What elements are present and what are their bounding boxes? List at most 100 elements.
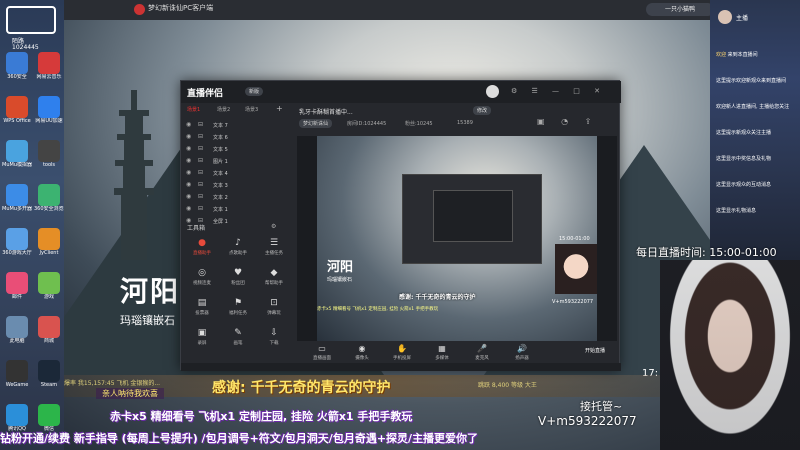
eye-icon[interactable]: ◉ bbox=[186, 181, 191, 188]
source-item[interactable]: ◉ ⊟ 文本 3 bbox=[181, 179, 291, 191]
pc-client-titlebar: 梦幻新诛仙PC客户端 一只小猫鸭 — □ ✕ bbox=[64, 0, 800, 20]
tool-item[interactable]: ◆ 帮帮助手 bbox=[257, 267, 291, 291]
eye-icon[interactable]: ◉ bbox=[186, 193, 191, 200]
source-item[interactable]: ◉ ⊟ 图片 1 bbox=[181, 155, 291, 167]
tab-scene-3[interactable]: 场景3 bbox=[245, 106, 258, 113]
pc-icon[interactable]: 此电脑 bbox=[2, 316, 32, 344]
source-item[interactable]: ◉ ⊟ 文本 4 bbox=[181, 167, 291, 179]
source-label: 全屏 1 bbox=[213, 219, 228, 225]
room-fans: 粉丝:10245 bbox=[405, 121, 433, 127]
360-game-icon[interactable]: 360游戏大厅 bbox=[2, 228, 32, 256]
thanks-text: 感谢: 千千无奇的青云的守护 bbox=[212, 380, 391, 396]
source-tool-button[interactable]: ◉ 摄像头 bbox=[347, 343, 377, 361]
titlebar-controls[interactable]: ⚙ ☰ — □ ✕ bbox=[511, 87, 606, 95]
source-item[interactable]: ◉ ⊟ 文本 2 bbox=[181, 191, 291, 203]
mail-icon[interactable]: 邮件 bbox=[2, 272, 32, 300]
wechat-icon[interactable]: 微信 bbox=[34, 404, 64, 432]
source-tool-button[interactable]: 🎤 麦克风 bbox=[467, 343, 497, 361]
pagoda-shape bbox=[114, 90, 154, 260]
preview-contact: V+m593222077 bbox=[552, 299, 594, 305]
source-item[interactable]: ◉ ⊟ 文本 7 bbox=[181, 119, 291, 131]
wps-icon[interactable]: WPS Office bbox=[2, 96, 32, 124]
add-scene-icon[interactable]: + bbox=[276, 104, 283, 113]
stream-preview[interactable]: 河阳 玛瑙镶嵌石 15:00-01:00 感谢: 千千无奇的青云的守护 赤卡x5… bbox=[297, 136, 617, 341]
wegame-icon[interactable]: WeGame bbox=[2, 360, 32, 388]
desktop-icon-label: JyClient bbox=[39, 250, 59, 256]
source-tool-button[interactable]: ▭ 直播画面 bbox=[307, 343, 337, 361]
netease-uu-icon[interactable]: 网易UU加速 bbox=[34, 96, 64, 124]
tool-item[interactable]: ⊡ 弹幕玩 bbox=[257, 297, 291, 321]
eye-icon[interactable]: ◉ bbox=[186, 157, 191, 164]
toolbox-title: 工具箱 bbox=[187, 225, 206, 232]
lock-icon[interactable]: ⊟ bbox=[198, 157, 203, 164]
user-account-button[interactable]: 一只小猫鸭 bbox=[646, 3, 714, 16]
shop-icon[interactable]: 商城 bbox=[34, 316, 64, 344]
tool-label: 帮帮助手 bbox=[265, 281, 283, 286]
room-category[interactable]: 梦幻新诛仙 bbox=[299, 119, 333, 128]
qq-icon[interactable]: 腾讯QQ bbox=[2, 404, 32, 432]
lock-icon[interactable]: ⊟ bbox=[198, 121, 203, 128]
source-tool-icon: ◉ bbox=[358, 344, 366, 353]
game-icon[interactable]: 游戏 bbox=[34, 272, 64, 300]
jy-icon[interactable]: JyClient bbox=[34, 228, 64, 256]
tv-logo-icon bbox=[6, 6, 56, 34]
tool-item[interactable]: ♪ 点歌助手 bbox=[221, 237, 255, 261]
source-item[interactable]: ◉ ⊟ 文本 1 bbox=[181, 203, 291, 215]
chat-message: 这里显示中奖信息及礼物 bbox=[716, 156, 796, 163]
tool-item[interactable]: ⇩ 下载 bbox=[257, 327, 291, 351]
desktop-icon-label: MuMu模拟器 bbox=[2, 162, 32, 168]
avatar[interactable] bbox=[486, 85, 499, 98]
tab-scene-1[interactable]: 场景1 bbox=[187, 106, 200, 113]
mumu-glyph bbox=[6, 140, 28, 162]
source-tool-button[interactable]: ▦ 多媒体 bbox=[427, 343, 457, 361]
tool-item[interactable]: ◎ 视频连麦 bbox=[185, 267, 219, 291]
preview-title: 河阳 bbox=[327, 260, 354, 275]
lock-icon[interactable]: ⊟ bbox=[198, 193, 203, 200]
tool-item[interactable]: ☰ 主播任务 bbox=[257, 237, 291, 261]
tool-item[interactable]: ● 直播助手 bbox=[185, 237, 219, 261]
chat-panel-title: 主播 bbox=[736, 15, 749, 22]
avatar bbox=[718, 10, 732, 24]
eye-icon[interactable]: ◉ bbox=[186, 169, 191, 176]
lock-icon[interactable]: ⊟ bbox=[198, 181, 203, 188]
mumu-icon[interactable]: MuMu模拟器 bbox=[2, 140, 32, 168]
netease-glyph bbox=[38, 52, 60, 74]
eye-icon[interactable]: ◉ bbox=[186, 205, 191, 212]
netease-icon[interactable]: 网易云音乐 bbox=[34, 52, 64, 80]
eye-icon[interactable]: ◉ bbox=[186, 133, 191, 140]
go-live-button[interactable]: 开始直播 bbox=[585, 347, 605, 354]
tab-scene-2[interactable]: 场景2 bbox=[217, 106, 230, 113]
360-icon[interactable]: 360安全 bbox=[2, 52, 32, 80]
tool-item[interactable]: ⚑ 福利任务 bbox=[221, 297, 255, 321]
steam-icon[interactable]: Steam bbox=[34, 360, 64, 388]
lock-icon[interactable]: ⊟ bbox=[198, 133, 203, 140]
source-item[interactable]: ◉ ⊟ 文本 6 bbox=[181, 131, 291, 143]
qq-glyph bbox=[6, 404, 28, 426]
tool-icon: ▤ bbox=[197, 298, 207, 308]
nested-preview-window-inner bbox=[433, 190, 513, 242]
header-action-icons[interactable]: ▣ ◔ ⇪ bbox=[537, 117, 598, 126]
tool-icon: ⇩ bbox=[270, 328, 278, 338]
tools-icon[interactable]: tools bbox=[34, 140, 64, 168]
room-id: 房间ID:1024445 bbox=[347, 121, 387, 127]
lock-icon[interactable]: ⊟ bbox=[198, 169, 203, 176]
wechat-glyph bbox=[38, 404, 60, 426]
version-badge[interactable]: 新版 bbox=[245, 87, 264, 96]
source-tool-button[interactable]: ✋ 手机投屏 bbox=[387, 343, 417, 361]
edit-room-button[interactable]: 修改 bbox=[473, 106, 492, 115]
tool-item[interactable]: ♥ 粉丝团 bbox=[221, 267, 255, 291]
eye-icon[interactable]: ◉ bbox=[186, 121, 191, 128]
source-label: 文本 5 bbox=[213, 147, 228, 153]
lock-icon[interactable]: ⊟ bbox=[198, 145, 203, 152]
tool-item[interactable]: ▣ 录屏 bbox=[185, 327, 219, 351]
360-browser-icon[interactable]: 360安全浏览器 bbox=[34, 184, 64, 212]
toolbox-settings-icon[interactable]: ⚙ bbox=[271, 223, 276, 230]
game-glyph bbox=[38, 272, 60, 294]
source-item[interactable]: ◉ ⊟ 文本 5 bbox=[181, 143, 291, 155]
lock-icon[interactable]: ⊟ bbox=[198, 205, 203, 212]
source-tool-button[interactable]: 🔊 扬声器 bbox=[507, 343, 537, 361]
tool-item[interactable]: ✎ 画笔 bbox=[221, 327, 255, 351]
eye-icon[interactable]: ◉ bbox=[186, 145, 191, 152]
mumu-multi-icon[interactable]: MuMu多开器 bbox=[2, 184, 32, 212]
tool-item[interactable]: ▤ 投票器 bbox=[185, 297, 219, 321]
